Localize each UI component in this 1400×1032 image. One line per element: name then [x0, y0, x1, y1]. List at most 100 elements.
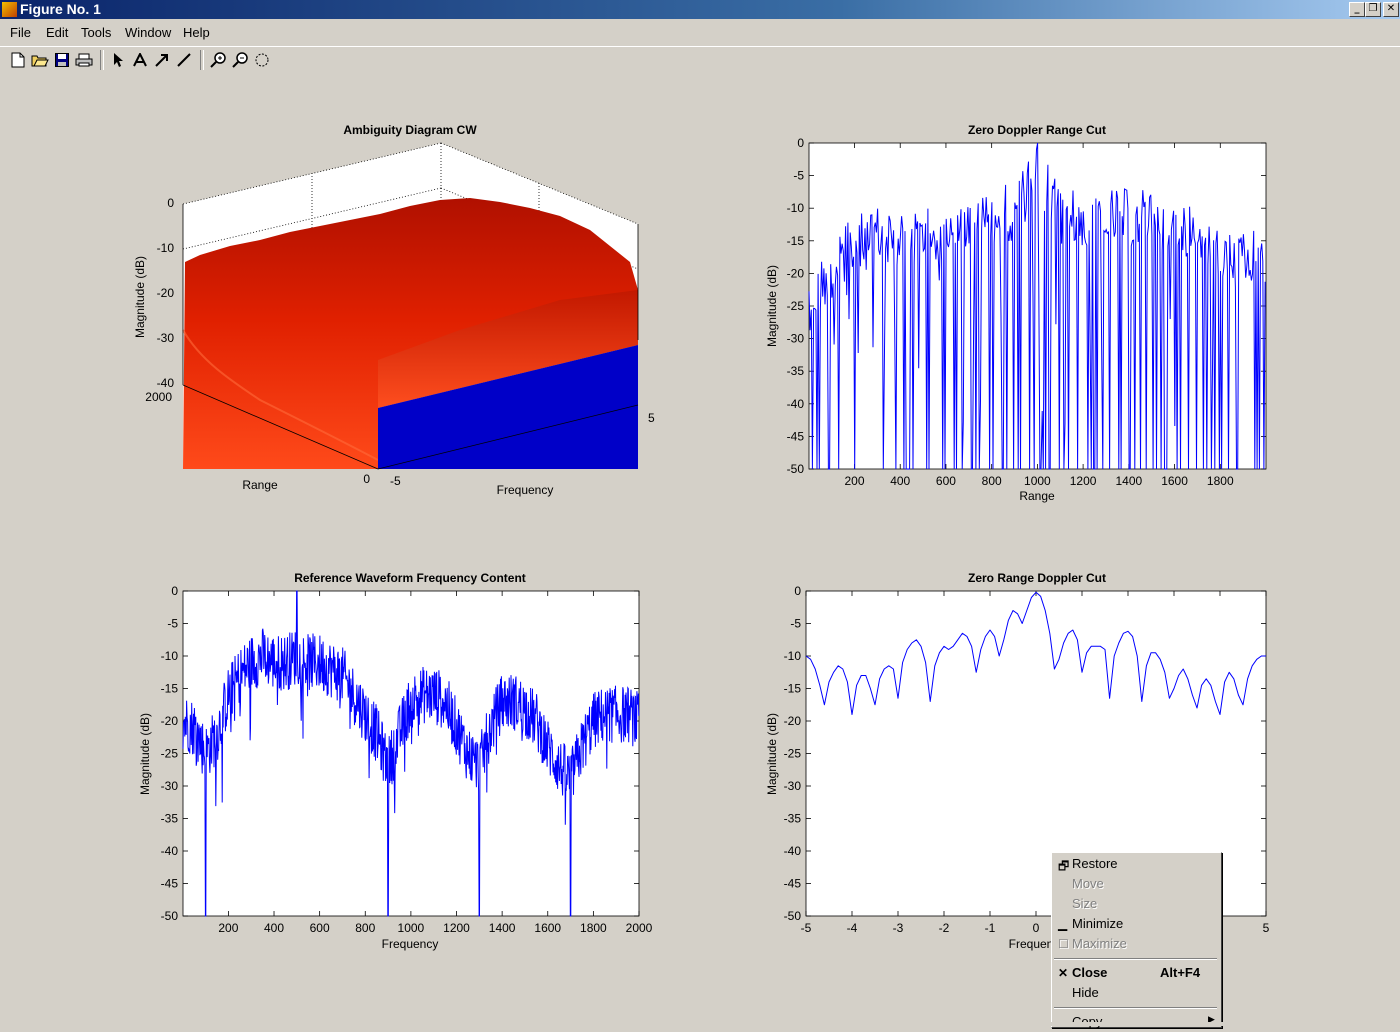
- menu-item-label: Maximize: [1072, 936, 1127, 951]
- window-titlebar[interactable]: Figure No. 1 _ ❐ ✕: [0, 0, 1400, 19]
- x-tick-label: 5: [1263, 921, 1270, 935]
- y-axis-label: Magnitude (dB): [765, 265, 779, 347]
- menu-item-label: Hide: [1072, 985, 1099, 1000]
- menu-bar: File Edit Tools Window Help: [0, 20, 1400, 44]
- y-tick-label: -15: [161, 682, 179, 696]
- x-axis-label: Range: [1019, 489, 1055, 503]
- menu-item-label: Minimize: [1072, 916, 1124, 931]
- menu-item-restore[interactable]: 🗗 Restore: [1052, 854, 1221, 874]
- new-file-icon[interactable]: [8, 50, 28, 70]
- print-icon[interactable]: [74, 50, 94, 70]
- restore-window-button[interactable]: ❐: [1365, 2, 1381, 17]
- z-tick-label: -40: [157, 376, 175, 390]
- y-tick-label: 0: [794, 584, 801, 598]
- x-tick-label: -5: [801, 921, 812, 935]
- y-tick-label: -45: [161, 877, 179, 891]
- y-tick-label: -25: [784, 747, 802, 761]
- x-tick-label: 0: [1033, 921, 1040, 935]
- range-tick-label: 0: [363, 472, 370, 486]
- y-axis-label: Magnitude (dB): [138, 713, 152, 795]
- save-icon[interactable]: [52, 50, 72, 70]
- x-tick-label: -4: [847, 921, 858, 935]
- y-axis-label: Frequency: [497, 483, 554, 497]
- zoom-out-icon[interactable]: [230, 50, 250, 70]
- y-tick-label: -35: [784, 812, 802, 826]
- menu-item-close[interactable]: ✕ Close Alt+F4: [1052, 963, 1221, 983]
- frequency-tick-label: -5: [390, 474, 401, 488]
- menu-item-minimize[interactable]: ▁ Minimize: [1052, 914, 1221, 934]
- y-tick-label: 0: [171, 584, 178, 598]
- y-tick-label: -5: [793, 169, 804, 183]
- ambiguity-diagram-axes[interactable]: Ambiguity Diagram CW 0 -10 -20 -30 -40 M…: [133, 123, 655, 497]
- x-tick-label: -2: [939, 921, 950, 935]
- y-tick-label: -50: [787, 462, 805, 476]
- y-tick-label: -40: [161, 844, 179, 858]
- y-tick-label: -25: [161, 747, 179, 761]
- y-axis-label: Magnitude (dB): [765, 713, 779, 795]
- menu-item-hide[interactable]: Hide: [1052, 983, 1221, 1003]
- x-tick-label: 1600: [1161, 474, 1188, 488]
- y-tick-label: -15: [787, 234, 805, 248]
- menu-file[interactable]: File: [10, 25, 31, 40]
- menu-help[interactable]: Help: [183, 25, 210, 40]
- select-arrow-icon[interactable]: [108, 50, 128, 70]
- menu-item-move: Move: [1052, 874, 1221, 894]
- y-tick-label: -45: [784, 877, 802, 891]
- z-tick-label: -30: [157, 331, 175, 345]
- menu-tools[interactable]: Tools: [81, 25, 111, 40]
- y-tick-label: -20: [787, 266, 805, 280]
- y-tick-label: -10: [161, 649, 179, 663]
- reference-waveform-axes[interactable]: Reference Waveform Frequency Content 200…: [138, 571, 653, 951]
- zero-doppler-range-cut-axes[interactable]: Zero Doppler Range Cut 200 400 600 800 1000 1…: [765, 123, 1267, 503]
- menu-separator: [1054, 1007, 1217, 1009]
- menu-item-label: Move: [1072, 876, 1104, 891]
- figure-toolbar: [0, 46, 1400, 74]
- menu-window[interactable]: Window: [125, 25, 171, 40]
- menu-item-size: Size: [1052, 894, 1221, 914]
- x-tick-label: 1200: [443, 921, 470, 935]
- y-tick-label: -20: [161, 714, 179, 728]
- y-tick-label: -30: [161, 779, 179, 793]
- window-title: Figure No. 1: [20, 1, 101, 17]
- rotate-3d-icon[interactable]: [252, 50, 272, 70]
- x-tick-label: 800: [355, 921, 375, 935]
- menu-item-label: Close: [1072, 965, 1108, 980]
- x-axis-label: Range: [242, 478, 278, 492]
- y-tick-label: -5: [790, 617, 801, 631]
- system-context-menu: 🗗 Restore Move Size ▁ Minimize ☐ Maximiz…: [1051, 852, 1222, 1029]
- x-tick-label: 1000: [398, 921, 425, 935]
- x-tick-label: 400: [890, 474, 910, 488]
- x-tick-label: 1800: [1207, 474, 1234, 488]
- x-tick-label: 800: [982, 474, 1002, 488]
- y-tick-label: -25: [787, 299, 805, 313]
- menu-edit[interactable]: Edit: [46, 25, 68, 40]
- close-window-button[interactable]: ✕: [1383, 2, 1399, 17]
- matlab-logo-icon: [2, 2, 17, 17]
- menu-item-accelerator: Alt+F4: [1160, 965, 1201, 980]
- x-tick-label: 2000: [626, 921, 653, 935]
- window-bottom-edge: [0, 1022, 1400, 1026]
- chart-title: Reference Waveform Frequency Content: [294, 571, 526, 585]
- z-tick-label: 0: [167, 196, 174, 210]
- range-tick-label: 2000: [145, 390, 172, 404]
- zoom-in-icon[interactable]: [208, 50, 228, 70]
- insert-line-icon[interactable]: [174, 50, 194, 70]
- minimize-window-button[interactable]: _: [1349, 2, 1365, 17]
- menu-item-label: Restore: [1072, 856, 1118, 871]
- insert-text-icon[interactable]: [130, 50, 150, 70]
- frequency-tick-label: 5: [648, 411, 655, 425]
- menu-item-maximize: ☐ Maximize: [1052, 934, 1221, 954]
- toolbar-separator: [100, 50, 104, 70]
- x-tick-label: 1400: [489, 921, 516, 935]
- insert-arrow-icon[interactable]: [152, 50, 172, 70]
- y-tick-label: -35: [787, 364, 805, 378]
- open-folder-icon[interactable]: [30, 50, 50, 70]
- y-tick-label: -10: [784, 649, 802, 663]
- toolbar-separator: [200, 50, 204, 70]
- minimize-icon: ▁: [1058, 917, 1068, 931]
- x-tick-label: -1: [985, 921, 996, 935]
- y-tick-label: -30: [787, 332, 805, 346]
- y-tick-label: -40: [787, 397, 805, 411]
- y-tick-label: -40: [784, 844, 802, 858]
- close-icon: ✕: [1058, 966, 1069, 980]
